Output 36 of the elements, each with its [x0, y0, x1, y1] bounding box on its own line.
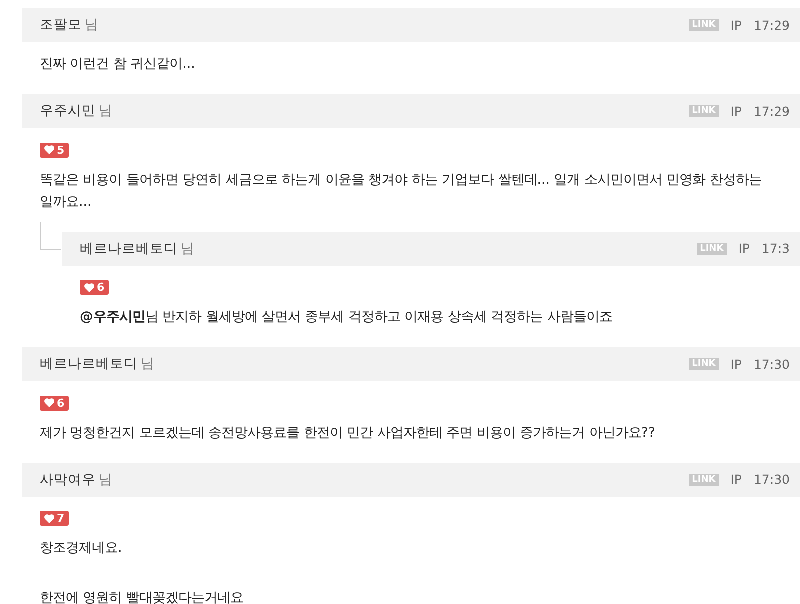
ip-label: IP [730, 104, 742, 118]
heart-icon [44, 398, 55, 408]
like-count: 5 [40, 142, 69, 158]
author-name[interactable]: 사막여우 [40, 470, 96, 488]
author-suffix: 님 [99, 470, 113, 488]
heart-icon [84, 282, 95, 292]
ip-label: IP [730, 18, 742, 32]
ip-label: IP [730, 472, 742, 487]
author-suffix: 님 [85, 16, 99, 34]
comment-text: @우주시민님 반지하 월세방에 살면서 종부세 걱정하고 이재용 상속세 걱정하는 사람들이죠 [80, 309, 614, 327]
author-suffix: 님 [181, 240, 195, 258]
ip-label: IP [738, 241, 750, 256]
author-name[interactable]: 조팔모 [40, 16, 82, 34]
connector-line [40, 222, 61, 250]
comment-text: 진짜 이런건 참 귀신같이... [40, 56, 196, 74]
ip-label: IP [730, 356, 742, 372]
comment-text: 한전에 영원히 빨대꽂겠다는거네요 [40, 590, 244, 604]
comment-text: 똑같은 비용이 들어하면 당연히 세금으로 하는게 이윤을 챙겨야 하는 기업보다 쌀텐데... 일개 소시민이면서 민영화 찬성하는 [40, 172, 763, 190]
comment-time: 17:29 [754, 104, 790, 118]
heart-icon [44, 514, 55, 524]
comment-text: 창조경제네요. [40, 540, 124, 558]
like-count: 7 [40, 511, 69, 526]
author-name[interactable]: 우주시민 [40, 102, 96, 120]
comment-time: 17:30 [754, 356, 790, 372]
like-count: 6 [40, 396, 69, 410]
comment-text: 제가 멍청한건지 모르겠는데 송전망사용료를 한전이 민간 사업자한테 주면 비용이 증가하는거 아닌가요?? [40, 424, 656, 442]
comment-time: 17:3 [762, 241, 790, 256]
author-suffix: 님 [99, 102, 113, 120]
author-suffix: 님 [141, 355, 155, 373]
comment-text: 일까요... [40, 194, 93, 212]
comment-time: 17:29 [754, 18, 790, 32]
author-name[interactable]: 베르나르베토디 [80, 240, 178, 258]
heart-icon [44, 145, 55, 155]
author-name[interactable]: 베르나르베토디 [40, 355, 138, 373]
comment-time: 17:30 [754, 472, 790, 487]
like-count: 6 [80, 280, 109, 295]
